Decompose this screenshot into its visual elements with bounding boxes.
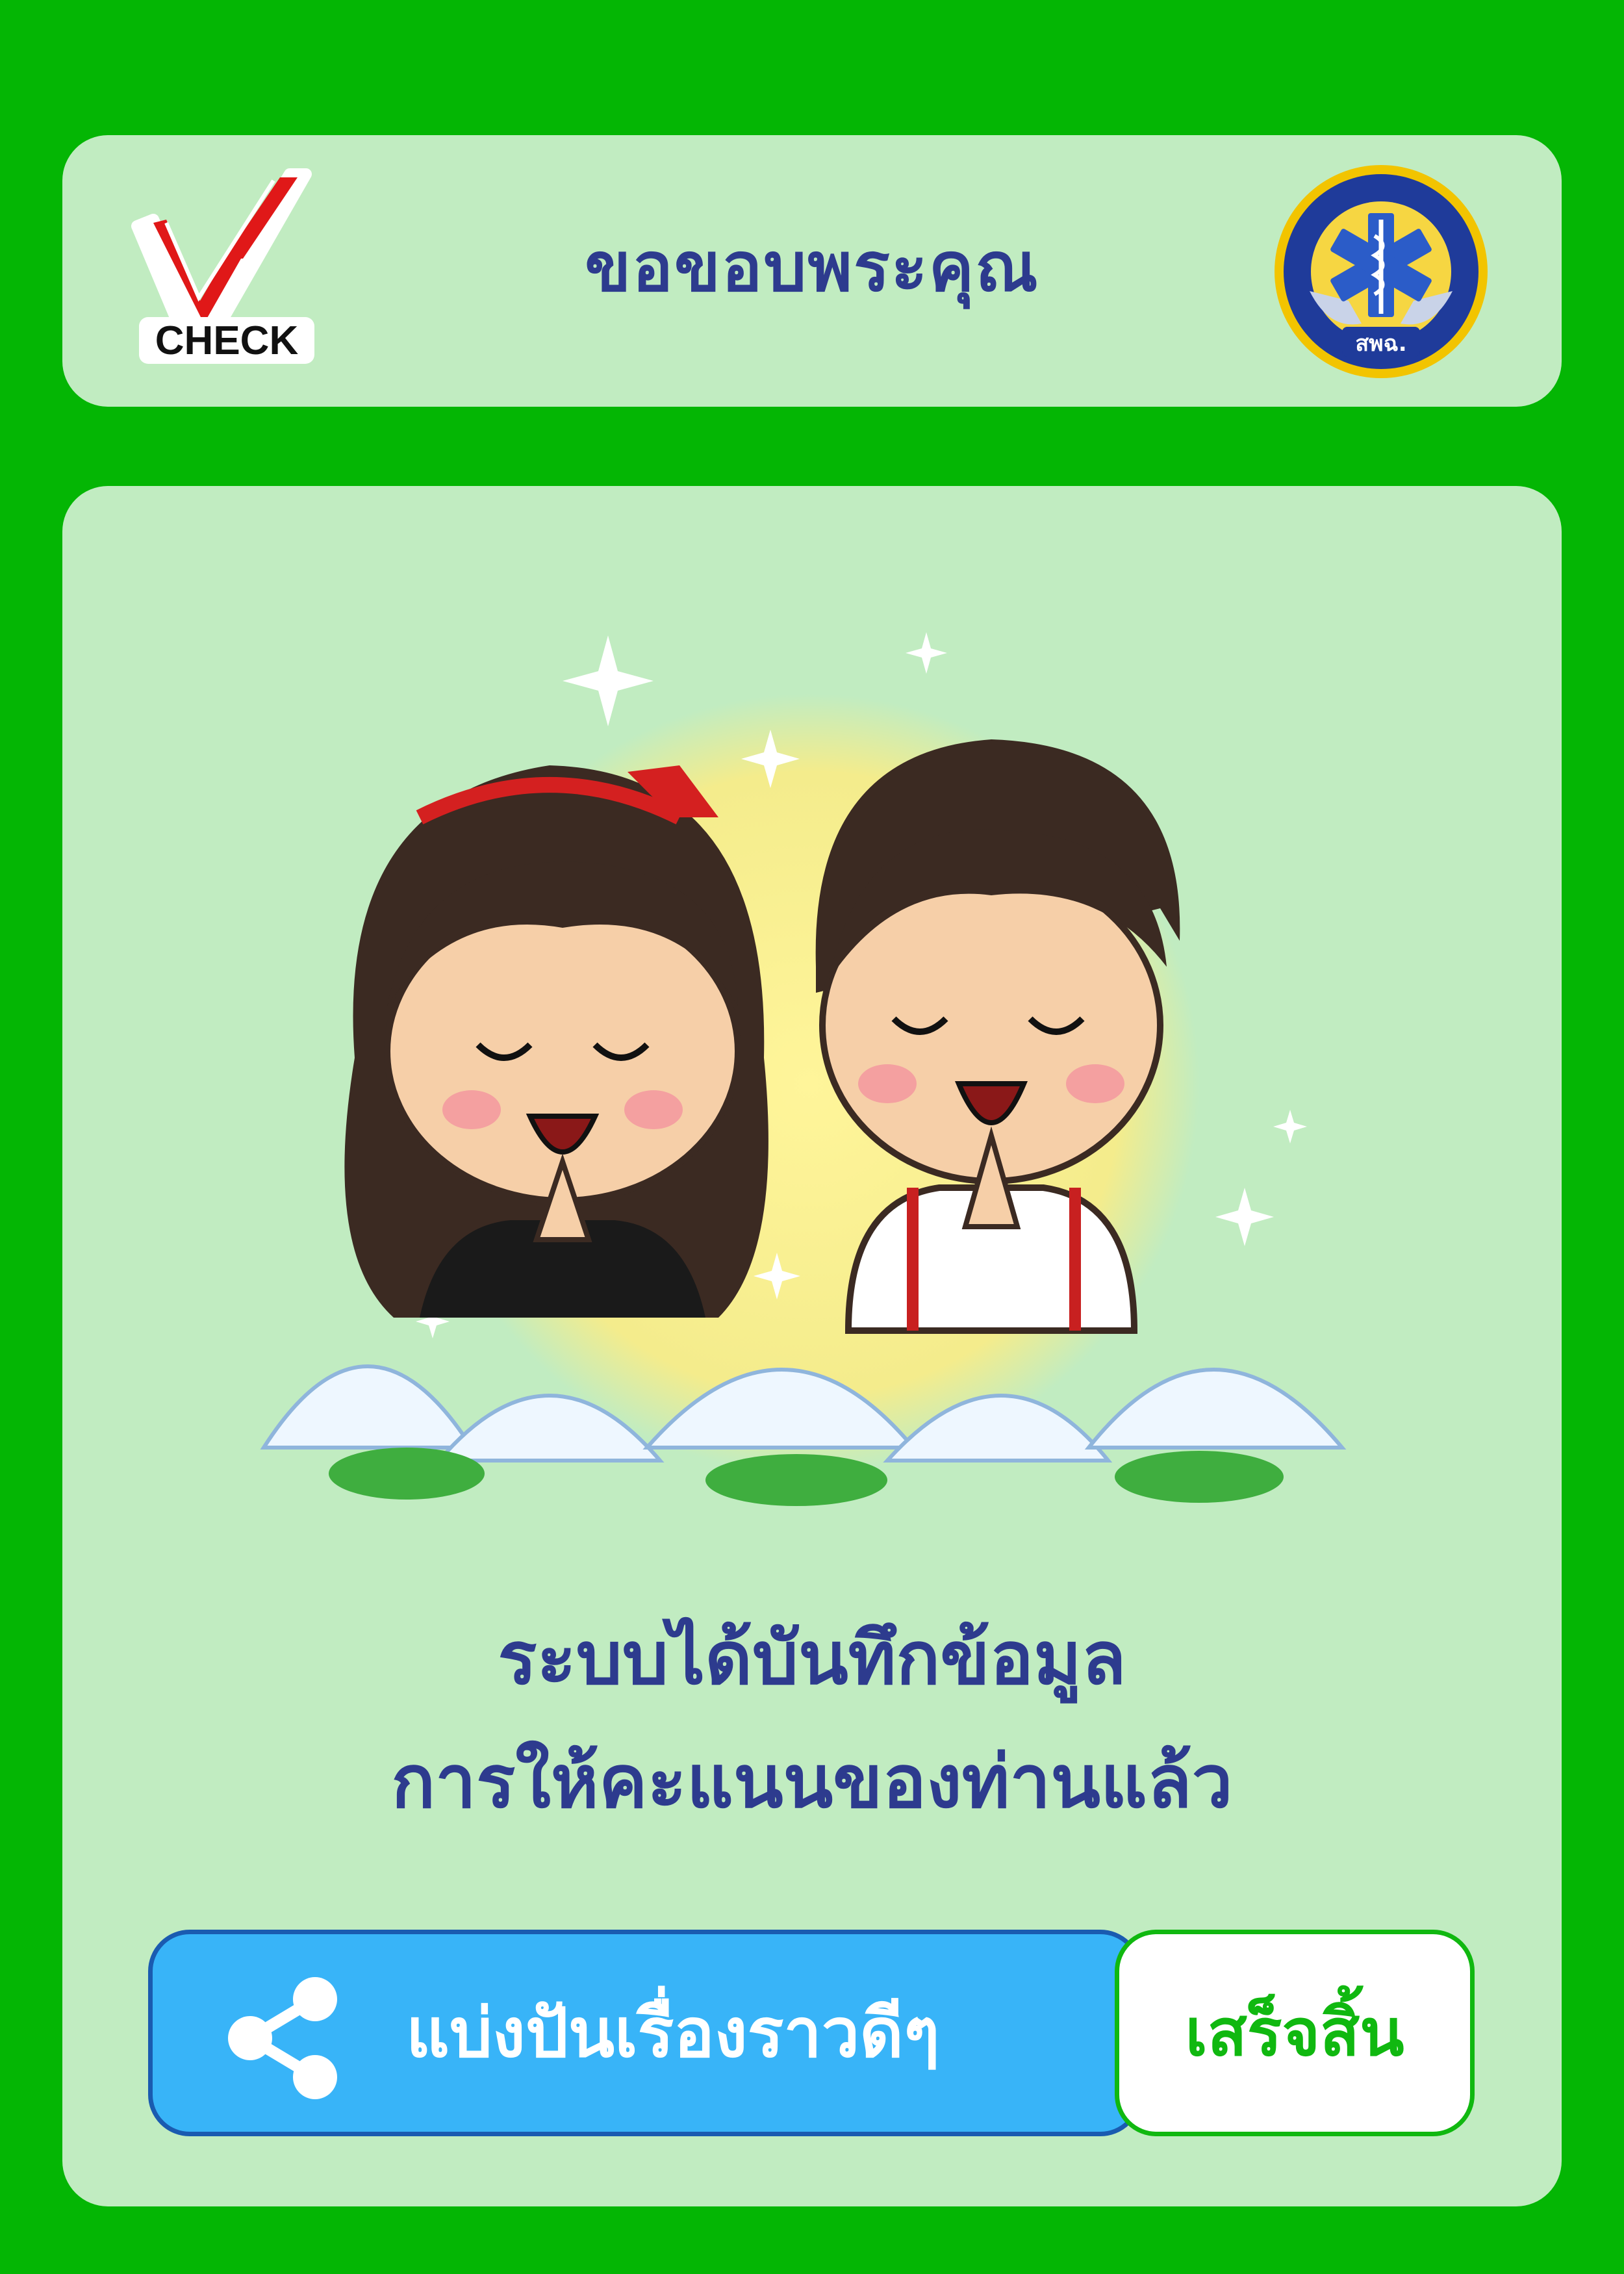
done-button[interactable]: เสร็จสิ้น — [1115, 1930, 1475, 2136]
lotus-flowers — [260, 1364, 1347, 1463]
confirmation-message: ระบบได้บันทึกข้อมูล การให้คะแนนของท่านแล… — [62, 1597, 1562, 1844]
thank-you-illustration — [260, 632, 1347, 1506]
header-card: CHECK ขอขอบพระคุณ สพฉ. — [62, 135, 1562, 407]
message-line-1: ระบบได้บันทึกข้อมูล — [498, 1616, 1126, 1701]
share-icon — [228, 1977, 337, 2099]
message-line-2: การให้คะแนนของท่านแล้ว — [391, 1740, 1233, 1824]
share-button-label: แบ่งปันเรื่องราวดีๆ — [406, 1993, 940, 2073]
done-button-label: เสร็จสิ้น — [1185, 1995, 1404, 2071]
svg-text:CHECK: CHECK — [155, 318, 299, 363]
institute-seal-logo: สพฉ. — [1275, 165, 1488, 378]
share-button[interactable]: แบ่งปันเรื่องราวดีๆ — [148, 1930, 1142, 2136]
svg-text:สพฉ.: สพฉ. — [1355, 331, 1406, 357]
main-card: ระบบได้บันทึกข้อมูล การให้คะแนนของท่านแล… — [62, 486, 1562, 2206]
